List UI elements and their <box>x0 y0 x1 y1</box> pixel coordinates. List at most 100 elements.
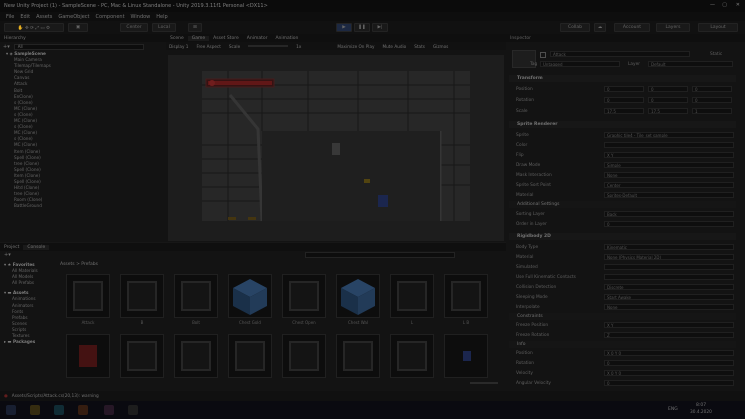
status-message[interactable]: Assets/Scripts/Attack.cs(20,13): warning <box>12 394 99 399</box>
inspector-field-value[interactable] <box>604 264 734 270</box>
project-breadcrumb[interactable]: Assets > Prefabs <box>60 262 98 267</box>
layout-button[interactable]: Layout <box>698 23 738 32</box>
inspector-field-value[interactable]: Z <box>604 332 734 338</box>
unity-icon[interactable] <box>128 405 138 415</box>
step-button[interactable]: ▶| <box>372 23 388 32</box>
create-asset-button[interactable]: +▾ <box>4 252 11 258</box>
rigidbody2d-header[interactable]: Rigidbody 2D <box>509 233 736 240</box>
aspect-select[interactable]: Free Aspect <box>196 44 220 49</box>
scale-z[interactable]: 1 <box>692 108 732 114</box>
asset-tile[interactable] <box>336 334 380 378</box>
minimize-button[interactable]: — <box>710 2 715 8</box>
favorite-item[interactable]: All Prefabs <box>4 280 58 286</box>
clock-date[interactable]: 30.4.2020 <box>690 410 712 415</box>
active-checkbox[interactable] <box>540 52 546 58</box>
inspector-field-value[interactable]: Discrete <box>604 284 734 290</box>
inspector-field-value[interactable]: Graphic tile4 - Tile_set sample <box>604 132 734 138</box>
inspector-field-value[interactable]: Simple <box>604 162 734 168</box>
asset-name[interactable]: B <box>117 320 167 325</box>
asset-tile[interactable] <box>390 274 434 318</box>
pivot-toggle[interactable]: ▣ <box>68 23 88 32</box>
inspector-field-value[interactable]: None <box>604 172 734 178</box>
language-indicator[interactable]: ENG <box>668 407 678 412</box>
transform-header[interactable]: Transform <box>509 75 736 82</box>
icon-size-slider[interactable] <box>470 382 498 384</box>
asset-tile[interactable] <box>444 274 488 318</box>
inspector-field-value[interactable]: Kinematic <box>604 244 734 250</box>
inspector-field-value[interactable]: Sprites-Default <box>604 192 734 198</box>
inspector-field-value[interactable] <box>604 142 734 148</box>
display-select[interactable]: Display 1 <box>169 44 188 49</box>
tab-scene[interactable]: Scene <box>166 36 188 41</box>
maximize-button[interactable]: ▢ <box>722 2 727 8</box>
stats-toggle[interactable]: Stats <box>414 44 425 49</box>
cloud-icon[interactable]: ☁ <box>594 23 606 32</box>
tab-console[interactable]: Console <box>23 244 50 250</box>
inspector-field-value[interactable] <box>604 274 734 280</box>
position-z[interactable]: 0 <box>692 86 732 92</box>
collab-button[interactable]: Collab <box>560 23 590 32</box>
layers-button[interactable]: Layers <box>656 23 690 32</box>
layer-select[interactable]: Default <box>648 61 733 67</box>
tab-asset-store[interactable]: Asset Store <box>209 36 243 41</box>
static-toggle[interactable]: Static <box>710 52 722 57</box>
menu-file[interactable]: File <box>6 14 14 20</box>
asset-name[interactable]: L B <box>441 320 491 325</box>
asset-tile[interactable] <box>228 334 272 378</box>
info-header[interactable]: Info <box>509 341 736 348</box>
asset-tile[interactable] <box>282 334 326 378</box>
hierarchy-search-input[interactable]: All <box>13 43 144 50</box>
menu-component[interactable]: Component <box>96 14 125 20</box>
tag-select[interactable]: Untagged <box>540 61 620 67</box>
asset-tile[interactable] <box>336 274 380 318</box>
inspector-field-value[interactable]: 0 <box>604 380 734 386</box>
inspector-field-value[interactable]: 0 <box>604 360 734 366</box>
space-button[interactable]: Local <box>152 23 176 32</box>
rotation-z[interactable]: 0 <box>692 97 732 103</box>
file-explorer-icon[interactable] <box>30 405 40 415</box>
menu-window[interactable]: Window <box>131 14 151 20</box>
tab-project[interactable]: Project <box>0 245 23 250</box>
asset-tile[interactable] <box>66 274 110 318</box>
rotation-y[interactable]: 0 <box>648 97 688 103</box>
tab-inspector[interactable]: Inspector <box>506 36 535 41</box>
additional-settings-header[interactable]: Additional Settings <box>509 201 736 208</box>
asset-name[interactable]: L <box>387 320 437 325</box>
menu-edit[interactable]: Edit <box>20 14 30 20</box>
menu-gameobject[interactable]: GameObject <box>58 14 89 20</box>
chrome-icon[interactable] <box>78 405 88 415</box>
pivot-button[interactable]: Center <box>120 23 148 32</box>
inspector-field-value[interactable]: Start Awake <box>604 294 734 300</box>
inspector-field-value[interactable]: X 0 Y 0 <box>604 370 734 376</box>
asset-name[interactable]: Chest Gold <box>225 320 275 325</box>
tab-animator[interactable]: Animator <box>243 36 272 41</box>
clock-time[interactable]: 8:07 <box>696 403 706 408</box>
asset-tile[interactable] <box>282 274 326 318</box>
inspector-field-value[interactable]: 0 <box>604 221 734 227</box>
object-name-field[interactable]: Attack <box>550 51 690 57</box>
asset-tile[interactable] <box>444 334 488 378</box>
position-x[interactable]: 0 <box>604 86 644 92</box>
start-icon[interactable] <box>6 405 16 415</box>
tab-game[interactable]: Game <box>187 35 210 41</box>
asset-tile[interactable] <box>228 274 272 318</box>
position-y[interactable]: 0 <box>648 86 688 92</box>
menu-assets[interactable]: Assets <box>36 14 52 20</box>
packages-label[interactable]: ▸ ▬ Packages <box>4 339 58 345</box>
scale-slider[interactable] <box>248 45 289 47</box>
tab-animation[interactable]: Animation <box>271 36 302 41</box>
steam-icon[interactable] <box>54 405 64 415</box>
play-button[interactable]: ▶ <box>336 23 352 32</box>
gizmos-toggle[interactable]: Gizmos <box>433 44 448 49</box>
pause-button[interactable]: ❚❚ <box>354 23 370 32</box>
app-icon[interactable] <box>104 405 114 415</box>
asset-tile[interactable] <box>390 334 434 378</box>
inspector-field-value[interactable]: X 0 Y 0 <box>604 350 734 356</box>
inspector-field-value[interactable]: X Y <box>604 152 734 158</box>
maximize-on-play-toggle[interactable]: Maximize On Play <box>337 44 374 49</box>
close-button[interactable]: ✕ <box>736 2 740 8</box>
inspector-field-value[interactable]: None <box>604 304 734 310</box>
create-button[interactable]: +▾ <box>3 44 10 50</box>
asset-name[interactable]: Chest Open <box>279 320 329 325</box>
asset-tile[interactable] <box>120 274 164 318</box>
